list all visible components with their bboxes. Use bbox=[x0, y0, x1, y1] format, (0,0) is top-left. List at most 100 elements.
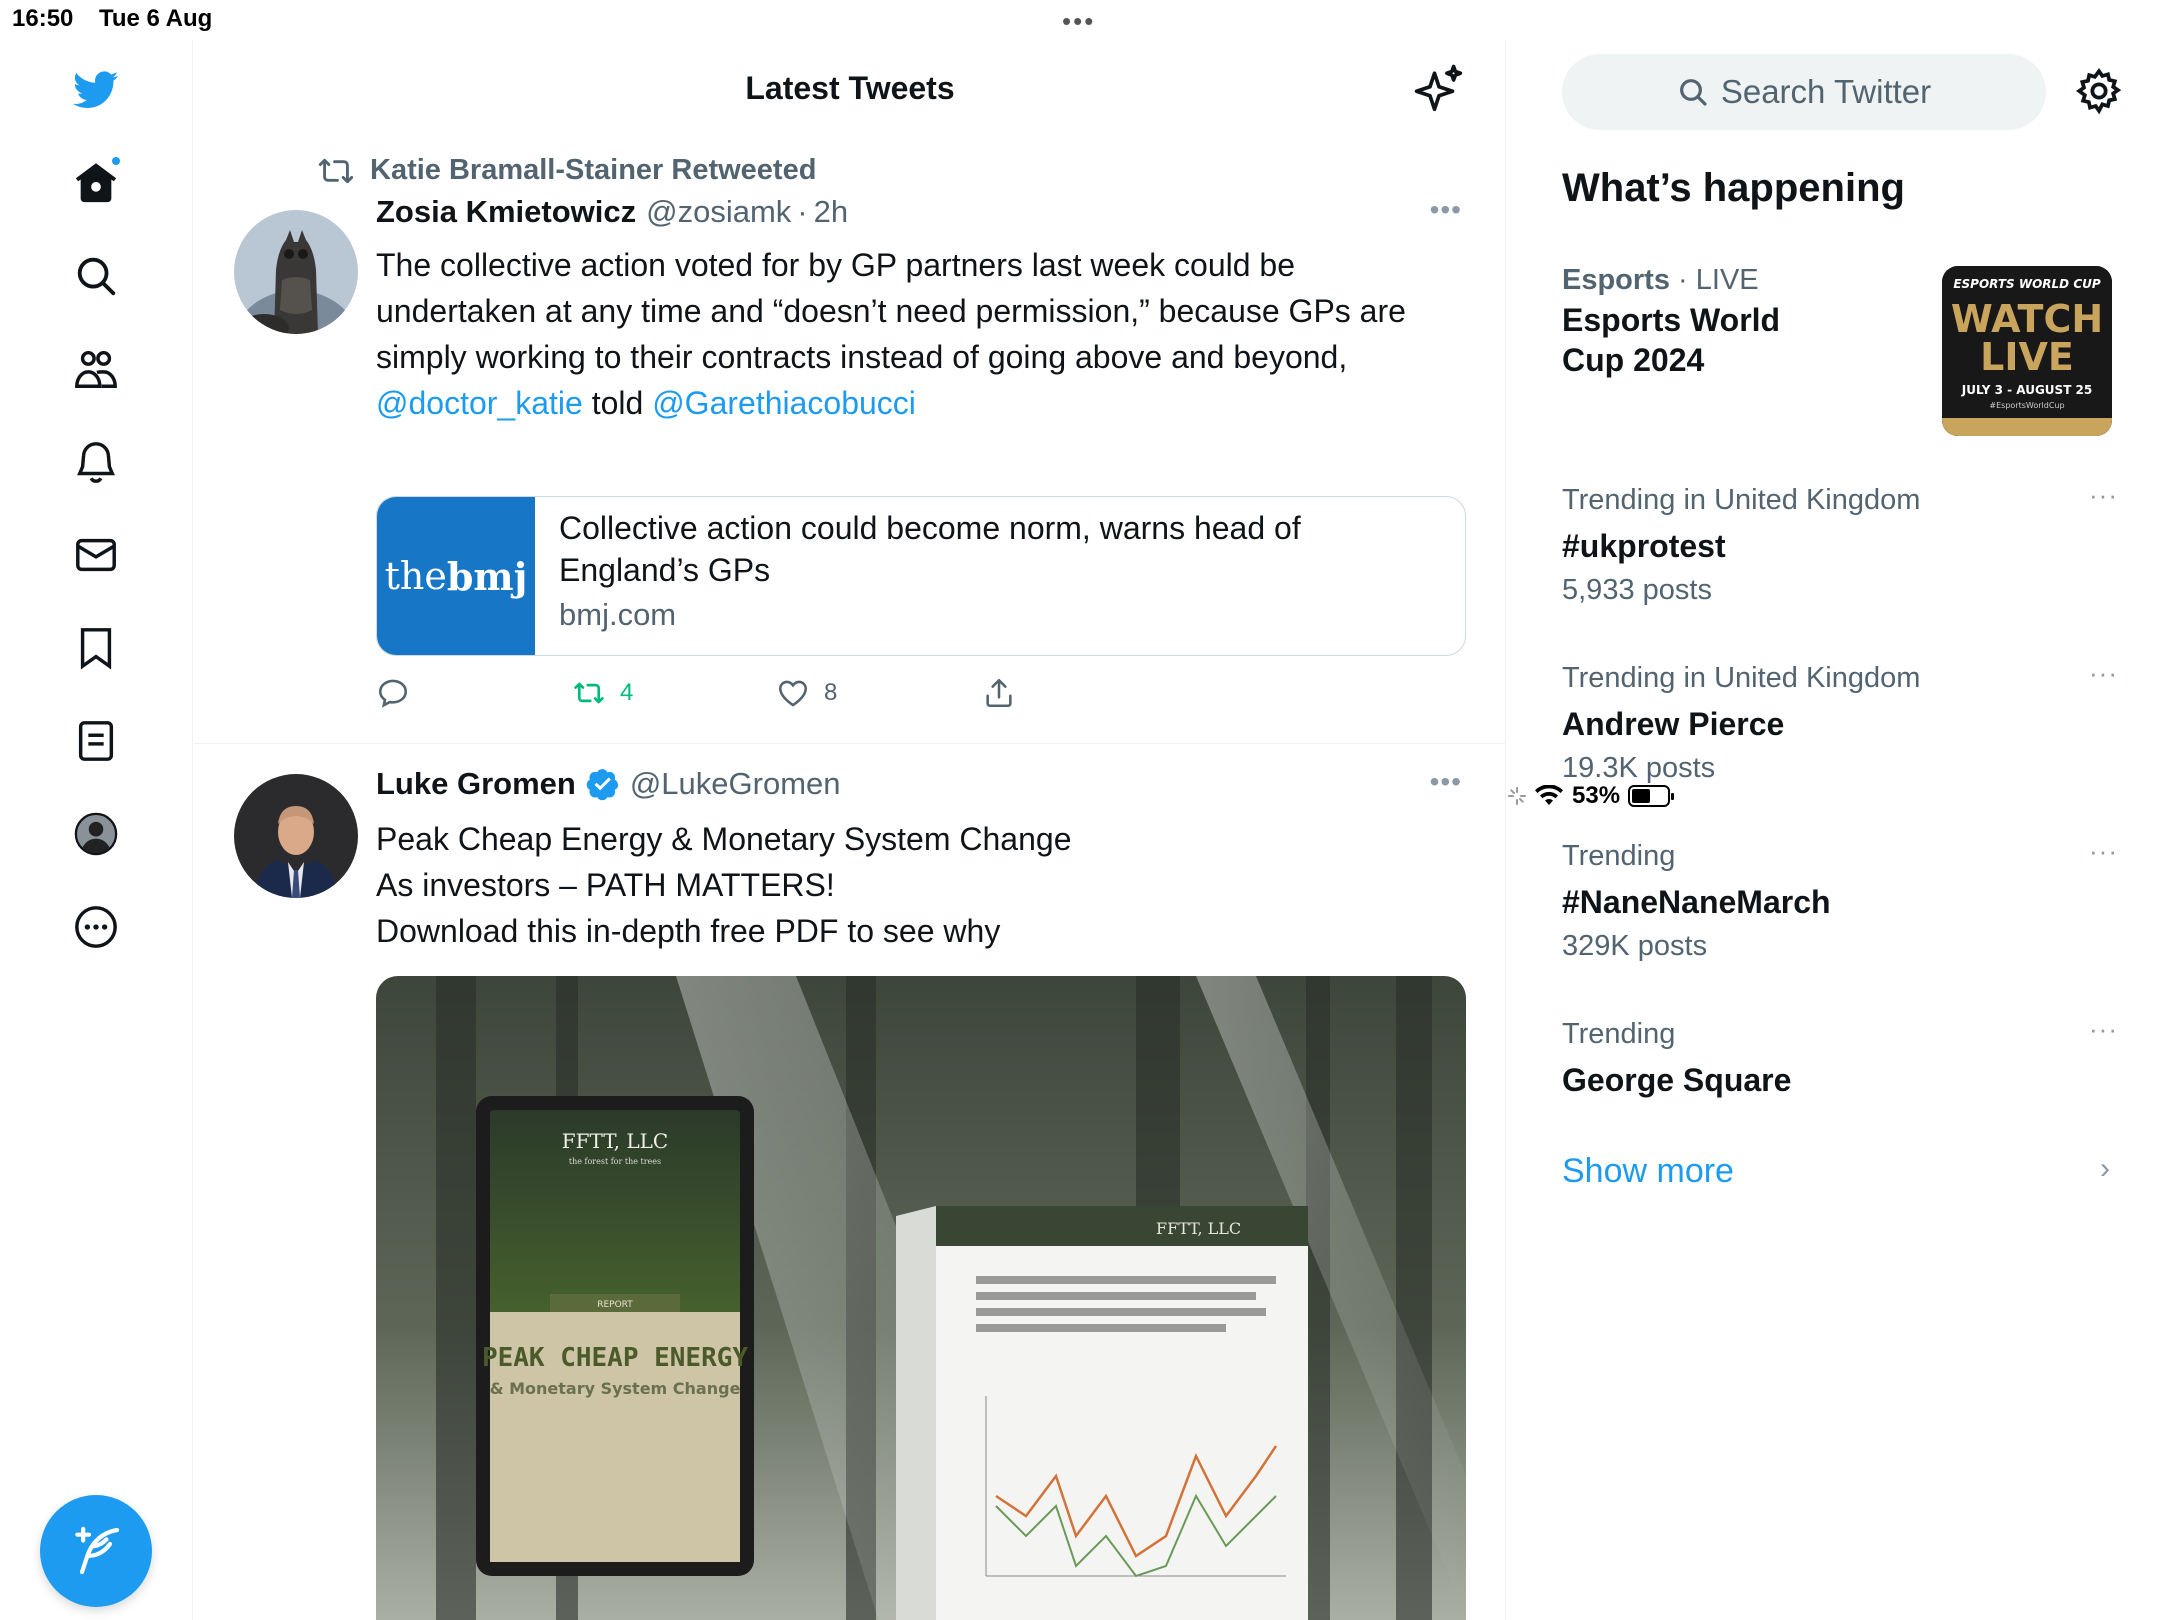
retweet-context: Katie Bramall-Stainer Retweeted bbox=[316, 154, 816, 187]
home-notification-dot bbox=[110, 155, 122, 167]
nav-notifications[interactable] bbox=[66, 432, 126, 492]
mention-link[interactable]: @Garethiacobucci bbox=[652, 385, 916, 421]
right-sidebar: Search Twitter What’s happening Esports … bbox=[1508, 40, 2160, 1620]
tweet-header: Luke Gromen @LukeGromen bbox=[376, 766, 841, 802]
tablet-report-label: REPORT bbox=[597, 1300, 633, 1310]
card-domain: bmj.com bbox=[559, 597, 677, 632]
verified-badge-icon bbox=[586, 769, 619, 801]
tweet-line: As investors – PATH MATTERS! bbox=[376, 867, 835, 903]
bird-icon bbox=[73, 71, 119, 109]
trend-more-icon[interactable]: ··· bbox=[2089, 658, 2118, 689]
heart-icon bbox=[778, 680, 808, 707]
author-name[interactable]: Luke Gromen bbox=[376, 766, 576, 802]
chevron-right-icon[interactable]: › bbox=[2100, 1152, 2110, 1186]
retweeted-by[interactable]: Katie Bramall-Stainer Retweeted bbox=[370, 154, 816, 187]
bmj-logo-the: the bbox=[384, 554, 447, 598]
card-title: Collective action could become norm, war… bbox=[559, 510, 1301, 588]
tweet-time[interactable]: 2h bbox=[814, 194, 848, 230]
timeline-column: Latest Tweets Katie Bramall-Stainer Retw… bbox=[194, 40, 1506, 1620]
twitter-logo-icon[interactable] bbox=[66, 60, 126, 120]
tweet-header: Zosia Kmietowicz @zosiamk · 2h bbox=[376, 194, 848, 230]
owl-statue-avatar-image bbox=[234, 210, 358, 334]
more-circle-icon bbox=[75, 906, 117, 948]
author-handle[interactable]: @zosiamk bbox=[646, 194, 791, 230]
event-image-dates: JULY 3 - AUGUST 25 bbox=[1961, 383, 2093, 397]
trend-name: George Square bbox=[1562, 1062, 1792, 1098]
event-image-tag: #EsportsWorldCup bbox=[1989, 401, 2064, 410]
author-name[interactable]: Zosia Kmietowicz bbox=[376, 194, 636, 230]
person-avatar-image bbox=[234, 774, 358, 898]
mention-link[interactable]: @doctor_katie bbox=[376, 385, 583, 421]
nav-more[interactable] bbox=[66, 897, 126, 957]
trend-more-icon[interactable]: ··· bbox=[2089, 1014, 2118, 1045]
multitasking-dots-icon[interactable]: ••• bbox=[1062, 6, 1095, 37]
tweet[interactable]: Luke Gromen @LukeGromen ••• Peak Cheap E… bbox=[194, 746, 1505, 1620]
trend-count: 19.3K posts bbox=[1562, 752, 1716, 784]
event-image[interactable]: ESPORTS WORLD CUP WATCH LIVE JULY 3 - AU… bbox=[1942, 266, 2112, 436]
nav-bookmarks[interactable] bbox=[66, 618, 126, 678]
sparkle-icon[interactable] bbox=[1412, 62, 1466, 116]
envelope-icon bbox=[76, 538, 116, 572]
trend-name: #ukprotest bbox=[1562, 528, 1726, 564]
tweet-actions: 4 8 bbox=[376, 676, 1076, 716]
tweet-more-icon[interactable]: ••• bbox=[1430, 766, 1462, 798]
settings-gear-icon[interactable] bbox=[2074, 66, 2124, 116]
tablet-title: PEAK CHEAP ENERGY bbox=[482, 1343, 748, 1373]
compose-tweet-button[interactable] bbox=[40, 1495, 152, 1607]
nav-communities[interactable] bbox=[66, 339, 126, 399]
trend-more-icon[interactable]: ··· bbox=[2089, 836, 2118, 867]
reply-button[interactable] bbox=[376, 676, 424, 710]
timeline-header: Latest Tweets bbox=[194, 40, 1505, 140]
event-title: Esports World Cup 2024 bbox=[1562, 302, 1781, 378]
trend-name: Andrew Pierce bbox=[1562, 706, 1785, 742]
report-promo-image: FFTT, LLC REPORT FFTT, LLC the forest fo… bbox=[376, 976, 1466, 1620]
nav-explore[interactable] bbox=[66, 246, 126, 306]
trend-more-icon[interactable]: ··· bbox=[2089, 480, 2118, 511]
status-time: 16:50 bbox=[12, 5, 74, 32]
retweet-icon bbox=[318, 158, 354, 183]
trend-item[interactable]: Trending George Square ··· bbox=[1562, 1014, 2122, 1100]
status-bar: 16:50 Tue 6 Aug ••• 53% bbox=[0, 0, 2160, 809]
nav-messages[interactable] bbox=[66, 525, 126, 585]
share-button[interactable] bbox=[982, 676, 1016, 710]
reply-icon bbox=[378, 679, 408, 708]
author-handle[interactable]: @LukeGromen bbox=[630, 766, 841, 802]
event-image-live: LIVE bbox=[1980, 335, 2074, 379]
trend-meta: Trending bbox=[1562, 1018, 1676, 1050]
doc-brand: FFTT, LLC bbox=[1156, 1219, 1241, 1238]
separator-dot: · bbox=[797, 194, 808, 229]
nav-home[interactable] bbox=[66, 153, 126, 213]
nav-profile[interactable] bbox=[66, 804, 126, 864]
avatar[interactable] bbox=[234, 774, 358, 898]
profile-avatar-icon bbox=[74, 812, 118, 856]
tweet-media-image[interactable]: FFTT, LLC REPORT FFTT, LLC the forest fo… bbox=[376, 976, 1466, 1620]
bell-icon bbox=[77, 442, 115, 483]
bmj-logo: the bmj bbox=[377, 497, 535, 655]
bookmark-icon bbox=[80, 628, 112, 670]
list-icon bbox=[78, 721, 114, 761]
communities-icon bbox=[75, 350, 117, 388]
tweet-text-part: The collective action voted for by GP pa… bbox=[376, 247, 1406, 375]
esports-event-image: ESPORTS WORLD CUP WATCH LIVE JULY 3 - AU… bbox=[1942, 266, 2112, 436]
trend-count: 5,933 posts bbox=[1562, 574, 1712, 606]
tweet-more-icon[interactable]: ••• bbox=[1430, 194, 1462, 226]
trend-item[interactable]: Trending in United Kingdom Andrew Pierce… bbox=[1562, 658, 2122, 790]
search-placeholder: Search Twitter bbox=[1720, 73, 1932, 110]
search-icon bbox=[1679, 79, 1707, 106]
trend-item[interactable]: Trending #NaneNaneMarch 329K posts ··· bbox=[1562, 836, 2122, 968]
like-button[interactable]: 8 bbox=[776, 676, 837, 710]
tweet[interactable]: Katie Bramall-Stainer Retweeted Zosia Km… bbox=[194, 150, 1505, 744]
event-category: Esports bbox=[1562, 264, 1670, 296]
search-input[interactable]: Search Twitter bbox=[1562, 54, 2046, 130]
avatar[interactable] bbox=[234, 210, 358, 334]
retweet-button[interactable]: 4 bbox=[572, 676, 633, 710]
trend-item[interactable]: Trending in United Kingdom #ukprotest 5,… bbox=[1562, 480, 2122, 612]
retweet-count: 4 bbox=[620, 679, 634, 706]
show-more-link[interactable]: Show more bbox=[1562, 1152, 1734, 1191]
nav-lists[interactable] bbox=[66, 711, 126, 771]
tweet-line: Peak Cheap Energy & Monetary System Chan… bbox=[376, 821, 1072, 857]
link-card[interactable]: the bmj Collective action could become no… bbox=[376, 496, 1466, 656]
tablet-tagline: the forest for the trees bbox=[569, 1157, 661, 1166]
bmj-logo-bmj: bmj bbox=[446, 553, 528, 599]
page-title: Latest Tweets bbox=[745, 70, 955, 106]
